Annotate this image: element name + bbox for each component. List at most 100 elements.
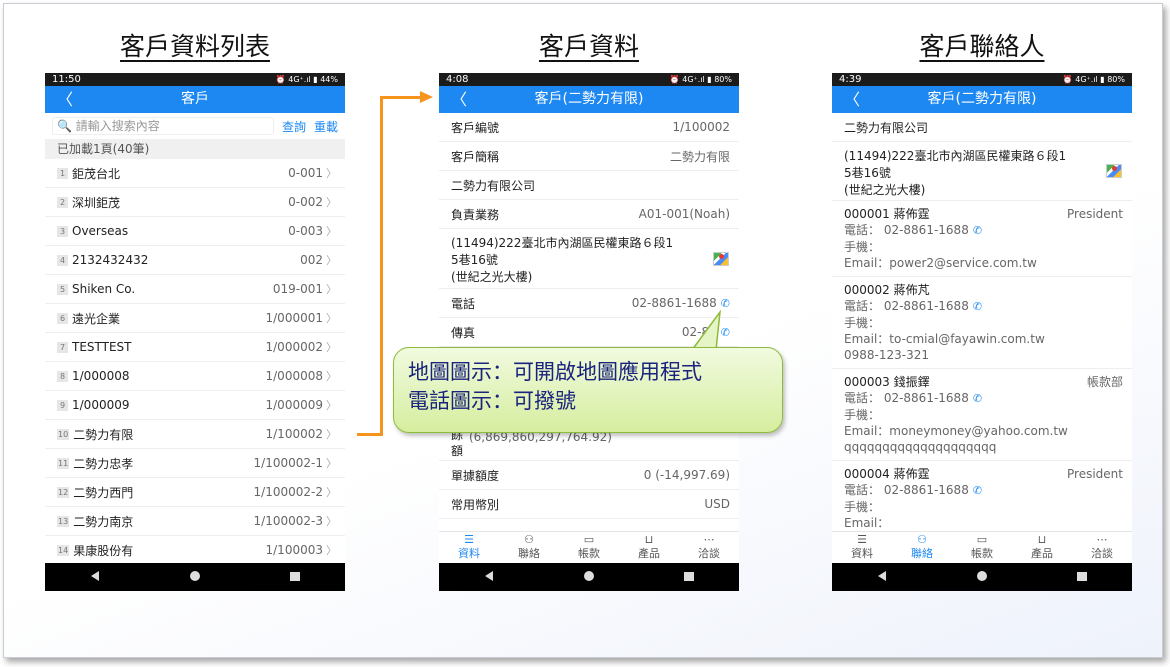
contact-card[interactable]: 000003 錢振鐸 帳款部 電話： 02-8861-1688 ✆ 手機： Email：m… xyxy=(832,369,1132,461)
nav-home-icon[interactable] xyxy=(559,570,619,584)
status-icons: ⏰ 4G⁺.ıl ▮ 44% xyxy=(275,75,338,84)
title-detail: 客戶資料 xyxy=(538,32,639,61)
value: 02-8861-1688 xyxy=(631,296,717,310)
status-time: 4:08 xyxy=(446,74,469,85)
nav-back-icon[interactable] xyxy=(459,570,519,584)
customer-row[interactable]: 2 深圳鉅茂 0-002 〉 xyxy=(45,188,345,217)
title-list: 客戶資料列表 xyxy=(119,32,270,61)
phone-icon[interactable]: ✆ xyxy=(973,300,982,313)
row-index: 3 xyxy=(57,225,68,237)
tab-info[interactable]: ☰ 資料 xyxy=(832,532,892,563)
tab-info[interactable]: ☰ 資料 xyxy=(439,532,499,563)
customer-row[interactable]: 3 Overseas 0-003 〉 xyxy=(45,217,345,246)
back-icon[interactable]: 〈 xyxy=(844,86,860,113)
system-nav-bar xyxy=(832,563,1132,591)
customer-code: 1/100002-1 xyxy=(253,456,323,470)
tab-products[interactable]: ⊔ 產品 xyxy=(619,532,679,563)
chevron-right-icon: 〉 xyxy=(326,167,337,180)
callout-line: 電話圖示：可撥號 xyxy=(408,389,576,413)
nav-home-icon[interactable] xyxy=(165,570,225,584)
callout-tail xyxy=(690,310,721,351)
customer-row[interactable]: 9 1/000009 1/000009 〉 xyxy=(45,391,345,420)
customer-row[interactable]: 12 二勢力西門 1/100002-2 〉 xyxy=(45,478,345,507)
contact-card[interactable]: 000001 蔣佈霆 President 電話： 02-8861-1688 ✆ 手機： E… xyxy=(832,201,1132,277)
tab-contacts[interactable]: ⚇ 聯絡 xyxy=(892,532,952,563)
person-icon: ⚇ xyxy=(917,533,927,546)
chevron-right-icon: 〉 xyxy=(326,370,337,383)
status-bar: 4:39 ⏰ 4G⁺.ıl ▮ 80% xyxy=(832,73,1132,86)
tab-label: 洽談 xyxy=(698,547,720,560)
status-time: 11:50 xyxy=(52,74,81,85)
map-icon[interactable] xyxy=(713,252,729,266)
contact-role: President xyxy=(1067,207,1123,221)
chevron-right-icon: 〉 xyxy=(326,225,337,238)
status-bar: 11:50 ⏰ 4G⁺.ıl ▮ 44% xyxy=(45,73,345,86)
contact-card[interactable]: 000004 蔣佈霆 President 電話： 02-8861-1688 ✆ 手機： E… xyxy=(832,461,1132,537)
contact-tel: 電話： 02-8861-1688 xyxy=(844,299,969,313)
contact-extra: qqqqqqqqqqqqqqqqqqqq xyxy=(844,440,997,454)
search-input[interactable]: 🔍 請輸入搜索內容 xyxy=(52,117,274,135)
address-line: 5巷16號 xyxy=(451,253,498,267)
customer-name: 二勢力西門 xyxy=(73,485,134,500)
customer-row[interactable]: 13 二勢力南京 1/100002-3 〉 xyxy=(45,507,345,536)
nav-back-icon[interactable] xyxy=(65,570,125,584)
reset-button[interactable]: 重載 xyxy=(314,118,338,135)
value: A01-001(Noah) xyxy=(638,207,730,221)
customer-row[interactable]: 5 Shiken Co. 019-001 〉 xyxy=(45,275,345,304)
nav-recent-icon[interactable] xyxy=(659,571,719,584)
customer-name: 鉅茂台北 xyxy=(72,166,121,181)
tab-label: 洽談 xyxy=(1091,547,1113,560)
customer-name: 二勢力忠孝 xyxy=(73,456,134,471)
phone-icon[interactable]: ✆ xyxy=(973,392,982,405)
phone-customer-contacts: 4:39 ⏰ 4G⁺.ıl ▮ 80% 〈 客戶(二勢力有限) 二勢力有限公司 … xyxy=(832,73,1132,591)
tab-talks[interactable]: ⋯ 洽談 xyxy=(679,532,739,563)
tab-accounts[interactable]: ▭ 帳款 xyxy=(952,532,1012,563)
customer-row[interactable]: 1 鉅茂台北 0-001 〉 xyxy=(45,159,345,188)
tab-products[interactable]: ⊔ 產品 xyxy=(1012,532,1072,563)
connector-arrow xyxy=(357,433,382,436)
customer-row[interactable]: 11 二勢力忠孝 1/100002-1 〉 xyxy=(45,449,345,478)
tab-talks[interactable]: ⋯ 洽談 xyxy=(1072,532,1132,563)
arrow-head-icon xyxy=(420,91,433,103)
label-char: 額 xyxy=(451,444,464,458)
chevron-right-icon: 〉 xyxy=(326,283,337,296)
customer-row[interactable]: 7 TESTTEST 1/000002 〉 xyxy=(45,333,345,362)
back-icon[interactable]: 〈 xyxy=(57,86,73,113)
contact-email: Email：to-cmial@fayawin.com.tw xyxy=(844,332,1045,346)
back-icon[interactable]: 〈 xyxy=(451,86,467,113)
row-index: 13 xyxy=(57,515,70,527)
address-block: (11494)222臺北市內湖區民權東路６段1 5巷16號 (世紀之光大樓) xyxy=(832,142,1132,201)
customer-row[interactable]: 4 2132432432 002 〉 xyxy=(45,246,345,275)
phone-icon[interactable]: ✆ xyxy=(973,484,982,497)
customer-row[interactable]: 8 1/000008 1/000008 〉 xyxy=(45,362,345,391)
list-icon: ☰ xyxy=(857,533,867,546)
customer-name: Overseas xyxy=(72,224,129,238)
company-name: 二勢力有限公司 xyxy=(451,178,536,193)
value: 二勢力有限 xyxy=(669,149,730,164)
map-icon[interactable] xyxy=(1106,164,1122,178)
chevron-right-icon: 〉 xyxy=(326,312,337,325)
nav-back-icon[interactable] xyxy=(852,570,912,584)
contact-email: Email：power2@service.com.tw xyxy=(844,256,1037,270)
customer-row[interactable]: 10 二勢力有限 1/100002 〉 xyxy=(45,420,345,449)
phone-icon[interactable]: ✆ xyxy=(973,224,982,237)
chevron-right-icon: 〉 xyxy=(326,457,337,470)
nav-recent-icon[interactable] xyxy=(1052,571,1112,584)
customer-code: 1/000009 xyxy=(265,398,324,412)
nav-recent-icon[interactable] xyxy=(265,571,325,584)
app-bar-title: 客戶(二勢力有限) xyxy=(534,91,644,107)
row-sales: 負責業務 A01-001(Noah) xyxy=(439,200,739,229)
nav-home-icon[interactable] xyxy=(952,570,1012,584)
contact-card[interactable]: 000002 蔣佈芃 電話： 02-8861-1688 ✆ 手機： Email：to-c… xyxy=(832,277,1132,369)
customer-row[interactable]: 14 果康股份有 1/100003 〉 xyxy=(45,536,345,565)
tab-contacts[interactable]: ⚇ 聯絡 xyxy=(499,532,559,563)
address-block: (11494)222臺北市內湖區民權東路６段1 5巷16號 (世紀之光大樓) xyxy=(439,229,739,289)
label: 電話 xyxy=(451,296,476,311)
customer-code: 1/000002 xyxy=(265,340,324,354)
query-button[interactable]: 查詢 xyxy=(282,118,306,135)
tab-accounts[interactable]: ▭ 帳款 xyxy=(559,532,619,563)
customer-row[interactable]: 6 遠光企業 1/000001 〉 xyxy=(45,304,345,333)
row-customer-code: 客戶編號 1/100002 xyxy=(439,113,739,142)
phone-icon[interactable]: ✆ xyxy=(721,297,730,310)
chat-icon: ⋯ xyxy=(703,533,715,546)
